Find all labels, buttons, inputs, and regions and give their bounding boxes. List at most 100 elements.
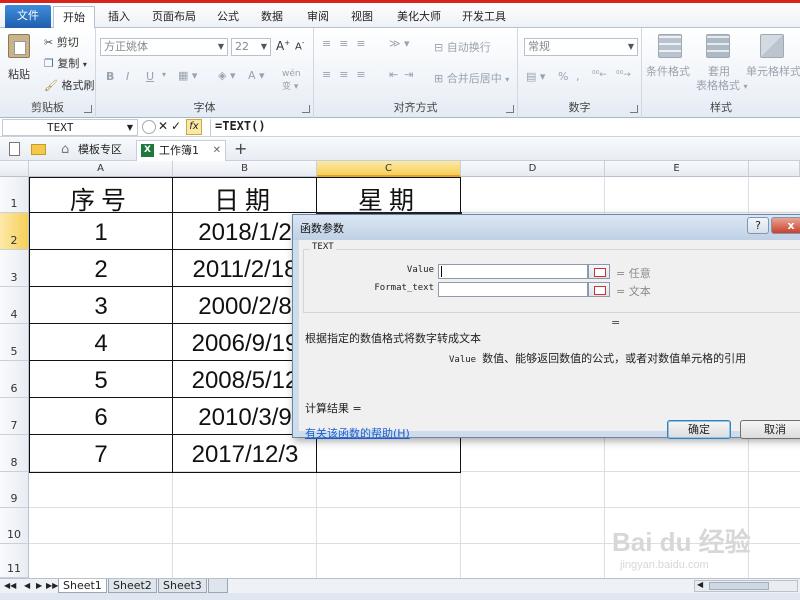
- alignment-launcher-icon[interactable]: [506, 105, 514, 113]
- new-tab-icon[interactable]: +: [234, 139, 247, 158]
- row-header-10[interactable]: 10: [0, 508, 29, 544]
- range-select-icon[interactable]: [588, 264, 610, 279]
- tab-template-zone[interactable]: ⌂ 模板专区: [56, 140, 134, 161]
- number-format-select[interactable]: 常规 ▼: [524, 38, 638, 56]
- row-header-4[interactable]: 4: [0, 287, 29, 324]
- increase-decimal-button[interactable]: ⁰⁰←: [592, 70, 607, 80]
- cell-a3[interactable]: 2: [29, 256, 173, 284]
- sheet-tab-2[interactable]: Sheet2: [108, 579, 157, 593]
- number-launcher-icon[interactable]: [630, 105, 638, 113]
- cell-a6[interactable]: 5: [29, 367, 173, 395]
- orientation-icon[interactable]: ≫ ▾: [389, 37, 410, 50]
- tab-home[interactable]: 开始: [53, 6, 95, 29]
- merge-center-button[interactable]: ⊞ 合并后居中 ▾: [434, 70, 509, 86]
- column-header-b[interactable]: B: [173, 161, 317, 177]
- formula-input[interactable]: =TEXT(): [210, 119, 798, 136]
- column-header-f[interactable]: [749, 161, 800, 177]
- tab-review[interactable]: 审阅: [298, 6, 338, 28]
- new-file-icon[interactable]: [9, 142, 20, 156]
- tab-beautify-master[interactable]: 美化大师: [388, 6, 450, 28]
- name-box-dropdown-icon[interactable]: ▼: [127, 120, 133, 135]
- currency-icon[interactable]: ▤ ▾: [526, 70, 545, 83]
- halign-buttons[interactable]: ≡≡≡: [322, 68, 374, 81]
- font-color-icon[interactable]: A ▾: [248, 69, 265, 82]
- select-all-corner[interactable]: [0, 161, 29, 177]
- percent-button[interactable]: %: [558, 70, 568, 83]
- tab-data[interactable]: 数据: [252, 6, 292, 28]
- border-icon[interactable]: ▦ ▾: [178, 69, 197, 82]
- clipboard-launcher-icon[interactable]: [84, 105, 92, 113]
- row-header-2[interactable]: 2: [0, 213, 29, 250]
- column-header-e[interactable]: E: [605, 161, 749, 177]
- ok-button[interactable]: 确定: [667, 420, 731, 439]
- font-size-select[interactable]: 22 ▼: [231, 38, 271, 56]
- comma-button[interactable]: ,: [576, 70, 580, 83]
- row-header-8[interactable]: 8: [0, 435, 29, 472]
- close-tab-icon[interactable]: ✕: [213, 141, 221, 160]
- first-sheet-icon[interactable]: ◀◀: [4, 579, 16, 593]
- row-header-11[interactable]: 11: [0, 544, 29, 578]
- font-grow-button[interactable]: A+: [276, 39, 290, 53]
- enter-formula-icon[interactable]: ✓: [171, 119, 181, 133]
- italic-button[interactable]: I: [126, 70, 129, 83]
- underline-button[interactable]: U: [146, 70, 154, 83]
- decrease-decimal-button[interactable]: ⁰⁰→: [616, 70, 631, 80]
- name-box[interactable]: TEXT ▼: [2, 119, 138, 136]
- wrap-text-button[interactable]: ⊟ 自动换行: [434, 39, 491, 55]
- conditional-format-button[interactable]: 条件格式: [646, 32, 696, 92]
- cell-a2[interactable]: 1: [29, 219, 173, 247]
- sheet-tab-3[interactable]: Sheet3: [158, 579, 207, 593]
- tab-insert[interactable]: 插入: [99, 6, 139, 28]
- fill-color-icon[interactable]: ◈ ▾: [218, 69, 235, 82]
- dialog-help-button[interactable]: ?: [747, 217, 769, 234]
- range-select-icon[interactable]: [588, 282, 610, 297]
- row-header-9[interactable]: 9: [0, 472, 29, 508]
- bold-button[interactable]: B: [106, 70, 114, 83]
- insert-function-icon[interactable]: fx: [186, 119, 202, 135]
- font-name-select[interactable]: 方正姚体 ▼: [100, 38, 228, 56]
- phonetic-button[interactable]: wén 变 ▾: [282, 69, 301, 92]
- folder-icon[interactable]: [31, 144, 46, 155]
- row-header-6[interactable]: 6: [0, 361, 29, 398]
- cell-a7[interactable]: 6: [29, 404, 173, 432]
- insert-sheet-icon[interactable]: [208, 579, 228, 593]
- font-launcher-icon[interactable]: [302, 105, 310, 113]
- horizontal-scrollbar[interactable]: ◀: [694, 580, 798, 592]
- indent-buttons[interactable]: ⇤⇥: [389, 68, 419, 81]
- column-header-a[interactable]: A: [29, 161, 173, 177]
- tab-formulas[interactable]: 公式: [208, 6, 248, 28]
- row-header-3[interactable]: 3: [0, 250, 29, 287]
- tab-view[interactable]: 视图: [342, 6, 382, 28]
- next-sheet-icon[interactable]: ▶: [36, 579, 42, 593]
- font-shrink-button[interactable]: A-: [295, 39, 304, 52]
- column-header-c[interactable]: C: [317, 161, 461, 177]
- value-input[interactable]: [438, 264, 588, 279]
- tab-developer[interactable]: 开发工具: [453, 6, 515, 28]
- cell-b1[interactable]: 日期: [173, 181, 317, 217]
- row-header-1[interactable]: 1: [0, 177, 29, 213]
- function-help-link[interactable]: 有关该函数的帮助(H): [305, 425, 410, 441]
- format-painter-button[interactable]: 🖌 格式刷: [44, 77, 94, 93]
- dialog-titlebar[interactable]: 函数参数 ? x: [293, 215, 800, 240]
- cell-a1[interactable]: 序号: [29, 181, 173, 217]
- cancel-formula-icon[interactable]: ✕: [158, 119, 168, 133]
- column-header-d[interactable]: D: [461, 161, 605, 177]
- cell-a8[interactable]: 7: [29, 441, 173, 469]
- cut-button[interactable]: ✂ 剪切: [44, 34, 79, 50]
- tab-page-layout[interactable]: 页面布局: [143, 6, 205, 28]
- dialog-close-button[interactable]: x: [771, 217, 800, 234]
- valign-buttons[interactable]: ≡≡≡: [322, 37, 374, 50]
- format-as-table-button[interactable]: 套用 表格格式 ▾: [696, 32, 748, 92]
- format-text-input[interactable]: [438, 282, 588, 297]
- copy-button[interactable]: ❐ 复制 ▾: [44, 55, 87, 71]
- cell-b8[interactable]: 2017/12/3: [173, 441, 317, 469]
- row-header-5[interactable]: 5: [0, 324, 29, 361]
- row-header-7[interactable]: 7: [0, 398, 29, 435]
- tab-file[interactable]: 文件: [5, 5, 51, 28]
- prev-sheet-icon[interactable]: ◀: [24, 579, 30, 593]
- sheet-tab-1[interactable]: Sheet1: [58, 579, 107, 593]
- last-sheet-icon[interactable]: ▶▶: [46, 579, 58, 593]
- paste-button[interactable]: 粘贴: [6, 32, 34, 84]
- tab-workbook1[interactable]: X 工作簿1 ✕: [136, 140, 226, 161]
- cell-a4[interactable]: 3: [29, 293, 173, 321]
